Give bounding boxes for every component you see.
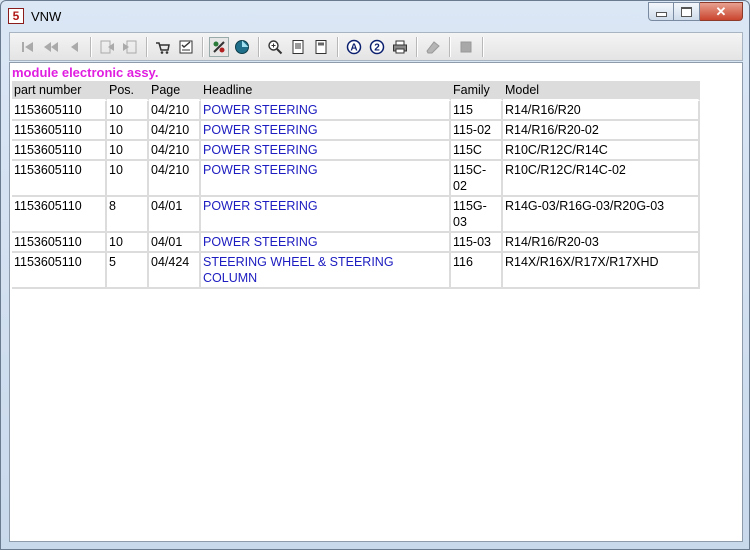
toolbar-separator — [416, 36, 418, 57]
cart-icon[interactable] — [153, 37, 173, 57]
previous-page-icon[interactable] — [41, 37, 61, 57]
cell-page: 04/210 — [149, 161, 201, 197]
cell-model: R14G-03/R16G-03/R20G-03 — [503, 197, 700, 233]
cell-page: 04/01 — [149, 233, 201, 253]
previous-record-icon[interactable] — [64, 37, 84, 57]
window-title: VNW — [31, 9, 62, 24]
column-header-family[interactable]: Family — [451, 81, 503, 101]
marker-tool-icon[interactable] — [209, 36, 229, 57]
minimize-icon — [655, 12, 667, 17]
cell-page: 04/210 — [149, 101, 201, 121]
toolbar-separator — [202, 36, 204, 57]
svg-text:A: A — [350, 42, 357, 53]
title-bar[interactable]: 5 VNW ✕ — [1, 1, 749, 31]
toolbar-separator — [146, 36, 148, 57]
eraser-icon[interactable] — [423, 37, 443, 57]
toolbar-separator — [337, 36, 339, 57]
cell-family: 115G-03 — [451, 197, 503, 233]
cell-pos: 5 — [107, 253, 149, 289]
cell-part-number: 1153605110 — [12, 197, 107, 233]
print-icon[interactable] — [390, 37, 410, 57]
cell-headline-link[interactable]: POWER STEERING — [201, 141, 451, 161]
table-header-row: part number Pos. Page Headline Family Mo… — [12, 81, 700, 101]
page-view-icon[interactable] — [288, 37, 308, 57]
search-2-icon[interactable]: 2 — [367, 37, 387, 57]
app-window: 5 VNW ✕ A 2 module electronic assy. part… — [0, 0, 750, 550]
first-record-icon[interactable] — [18, 37, 38, 57]
table-row[interactable]: 1153605110 10 04/01 POWER STEERING 115-0… — [12, 233, 700, 253]
table-row[interactable]: 1153605110 10 04/210 POWER STEERING 115C… — [12, 141, 700, 161]
cell-family: 115C-02 — [451, 161, 503, 197]
cell-headline-link[interactable]: POWER STEERING — [201, 121, 451, 141]
cell-part-number: 1153605110 — [12, 233, 107, 253]
table-row[interactable]: 1153605110 5 04/424 STEERING WHEEL & STE… — [12, 253, 700, 289]
column-header-headline[interactable]: Headline — [201, 81, 451, 101]
cell-headline-link[interactable]: STEERING WHEEL & STEERING COLUMN — [201, 253, 451, 289]
table-row[interactable]: 1153605110 10 04/210 POWER STEERING 115-… — [12, 121, 700, 141]
cell-family: 116 — [451, 253, 503, 289]
cell-model: R14/R16/R20 — [503, 101, 700, 121]
cell-headline-link[interactable]: POWER STEERING — [201, 161, 451, 197]
parts-table: part number Pos. Page Headline Family Mo… — [12, 81, 700, 289]
cell-headline-link[interactable]: POWER STEERING — [201, 101, 451, 121]
cell-model: R14X/R16X/R17X/R17XHD — [503, 253, 700, 289]
checklist-icon[interactable] — [176, 37, 196, 57]
toolbar-separator — [482, 36, 484, 57]
cell-part-number: 1153605110 — [12, 253, 107, 289]
window-controls: ✕ — [648, 2, 743, 21]
cell-part-number: 1153605110 — [12, 141, 107, 161]
app-logo-icon: 5 — [8, 8, 24, 24]
zoom-in-icon[interactable] — [265, 37, 285, 57]
cell-family: 115-02 — [451, 121, 503, 141]
column-header-pos[interactable]: Pos. — [107, 81, 149, 101]
search-a-icon[interactable]: A — [344, 37, 364, 57]
column-header-part-number[interactable]: part number — [12, 81, 107, 101]
cell-page: 04/210 — [149, 141, 201, 161]
cell-part-number: 1153605110 — [12, 101, 107, 121]
toolbar-separator — [449, 36, 451, 57]
close-button[interactable]: ✕ — [700, 2, 743, 21]
cell-pos: 10 — [107, 161, 149, 197]
cell-page: 04/424 — [149, 253, 201, 289]
cell-model: R14/R16/R20-03 — [503, 233, 700, 253]
table-row[interactable]: 1153605110 8 04/01 POWER STEERING 115G-0… — [12, 197, 700, 233]
cell-headline-link[interactable]: POWER STEERING — [201, 233, 451, 253]
forward-document-icon[interactable] — [120, 37, 140, 57]
toolbar: A 2 — [9, 32, 743, 61]
table-row[interactable]: 1153605110 10 04/210 POWER STEERING 115C… — [12, 161, 700, 197]
globe-icon[interactable] — [232, 37, 252, 57]
toolbar-separator — [258, 36, 260, 57]
minimize-button[interactable] — [648, 2, 674, 21]
cell-pos: 10 — [107, 101, 149, 121]
cell-family: 115 — [451, 101, 503, 121]
results-panel: module electronic assy. part number Pos.… — [9, 62, 743, 542]
cell-page: 04/01 — [149, 197, 201, 233]
cell-part-number: 1153605110 — [12, 121, 107, 141]
cell-page: 04/210 — [149, 121, 201, 141]
column-header-page[interactable]: Page — [149, 81, 201, 101]
cell-family: 115C — [451, 141, 503, 161]
cell-model: R10C/R12C/R14C-02 — [503, 161, 700, 197]
maximize-icon — [681, 6, 692, 17]
cell-pos: 8 — [107, 197, 149, 233]
maximize-button[interactable] — [674, 2, 700, 21]
back-document-icon[interactable] — [97, 37, 117, 57]
cell-headline-link[interactable]: POWER STEERING — [201, 197, 451, 233]
cell-model: R10C/R12C/R14C — [503, 141, 700, 161]
column-header-model[interactable]: Model — [503, 81, 700, 101]
svg-text:2: 2 — [374, 42, 380, 53]
part-description-heading: module electronic assy. — [12, 65, 159, 80]
cell-pos: 10 — [107, 121, 149, 141]
stop-icon[interactable] — [456, 37, 476, 57]
cell-pos: 10 — [107, 141, 149, 161]
cell-part-number: 1153605110 — [12, 161, 107, 197]
toolbar-separator — [90, 36, 92, 57]
table-row[interactable]: 1153605110 10 04/210 POWER STEERING 115 … — [12, 101, 700, 121]
page-fit-icon[interactable] — [311, 37, 331, 57]
close-icon: ✕ — [715, 3, 727, 19]
cell-pos: 10 — [107, 233, 149, 253]
cell-family: 115-03 — [451, 233, 503, 253]
cell-model: R14/R16/R20-02 — [503, 121, 700, 141]
